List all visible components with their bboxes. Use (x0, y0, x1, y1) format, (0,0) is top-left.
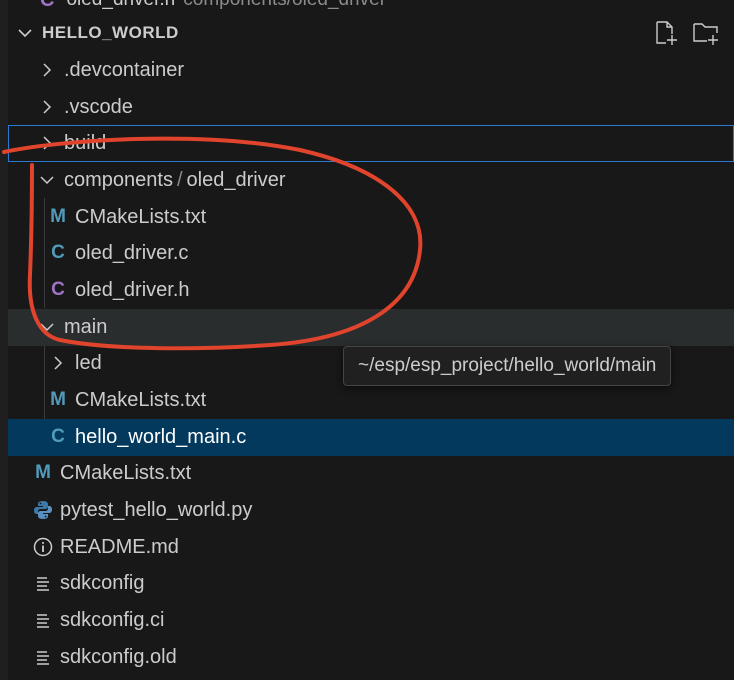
tree-item-label: components (64, 168, 173, 191)
tree-item-label: oled_driver.c (75, 241, 189, 264)
tree-item-label: sdkconfig.old (60, 645, 177, 668)
folder-path-tooltip: ~/esp/esp_project/hello_world/main (343, 346, 672, 386)
chevron-right-icon (34, 136, 60, 150)
tree-item-cmakelists[interactable]: M CMakeLists.txt (8, 455, 734, 492)
c-header-file-icon: C (51, 279, 65, 301)
cmake-file-icon: M (50, 389, 66, 411)
tree-item-label: oled_driver.h (75, 278, 190, 301)
chevron-down-icon (34, 320, 60, 334)
tree-item-label: build (64, 131, 107, 154)
new-folder-icon[interactable] (692, 19, 720, 47)
explorer-section-header[interactable]: HELLO_WORLD (8, 15, 734, 51)
cmake-file-icon: M (50, 206, 66, 228)
lines-icon (30, 612, 56, 629)
tree-item-oled-driver-h[interactable]: C oled_driver.h (8, 272, 734, 309)
lines-icon (30, 575, 56, 592)
tree-item-sdkconfig-old[interactable]: sdkconfig.old (8, 639, 734, 676)
tree-item-readme[interactable]: README.md (8, 529, 734, 566)
tree-item-cmakelists[interactable]: M CMakeLists.txt (8, 382, 734, 419)
tree-item-label: hello_world_main.c (75, 425, 247, 448)
c-file-icon: C (51, 426, 65, 448)
compact-folder-separator: / (176, 168, 183, 191)
header-actions (652, 19, 720, 47)
chevron-right-icon (45, 356, 71, 370)
tree-item-label: main (64, 315, 108, 338)
tree-item-label: README.md (60, 535, 179, 558)
tree-item-vscode[interactable]: .vscode (8, 89, 734, 126)
chevron-right-icon (34, 100, 60, 114)
tree-item-main[interactable]: main (8, 309, 734, 346)
tree-item-sdkconfig-ci[interactable]: sdkconfig.ci (8, 602, 734, 639)
chevron-down-icon[interactable] (8, 25, 42, 41)
tree-item-hello-world-main-c[interactable]: C hello_world_main.c (8, 419, 734, 456)
info-icon (30, 537, 56, 557)
tree-item-oled-driver-c[interactable]: C oled_driver.c (8, 235, 734, 272)
tree-item-label: CMakeLists.txt (60, 461, 192, 484)
new-file-icon[interactable] (652, 19, 680, 47)
activity-edge (0, 0, 8, 680)
chevron-down-icon (34, 173, 60, 187)
tree-item-pytest-hello-world[interactable]: pytest_hello_world.py (8, 492, 734, 529)
tree-item-cmakelists[interactable]: M CMakeLists.txt (8, 199, 734, 236)
tree-item-label: pytest_hello_world.py (60, 498, 253, 521)
c-header-file-icon: C (40, 0, 54, 12)
explorer-panel: C oled_driver.h components/oled_driver H… (0, 0, 734, 680)
tree-item-label: CMakeLists.txt (75, 388, 207, 411)
tree-item-components-oled-driver[interactable]: components / oled_driver (8, 162, 734, 199)
tree-item-devcontainer[interactable]: .devcontainer (8, 52, 734, 89)
tree-item-label: sdkconfig (60, 571, 145, 594)
tree-item-label: led (75, 351, 102, 374)
tree-item-label: .devcontainer (64, 58, 185, 81)
tree-item-label: CMakeLists.txt (75, 205, 207, 228)
lines-icon (30, 649, 56, 666)
cmake-file-icon: M (35, 462, 51, 484)
previous-item-peek[interactable]: C oled_driver.h components/oled_driver (40, 0, 386, 12)
peek-file-name: oled_driver.h (66, 0, 175, 11)
peek-file-description: components/oled_driver (183, 0, 386, 11)
workspace-title: HELLO_WORLD (42, 23, 179, 42)
c-file-icon: C (51, 242, 65, 264)
tree-item-build[interactable]: build (8, 125, 734, 162)
tree-item-label: .vscode (64, 95, 133, 118)
python-icon (30, 500, 56, 520)
chevron-right-icon (34, 63, 60, 77)
tree-item-label: sdkconfig.ci (60, 608, 165, 631)
tree-item-sdkconfig[interactable]: sdkconfig (8, 565, 734, 602)
tree-item-label-suffix: oled_driver (186, 168, 286, 191)
